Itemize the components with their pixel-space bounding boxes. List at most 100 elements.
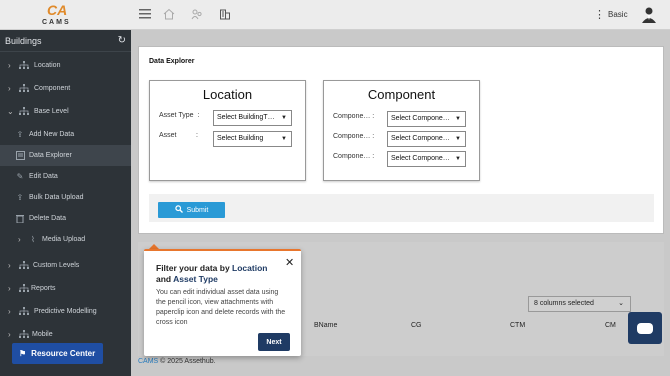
close-icon[interactable]: ✕ — [285, 256, 294, 269]
sidebar-item-label: Custom Levels — [33, 262, 80, 269]
hierarchy-icon — [19, 284, 29, 294]
upload-icon: ⇪ — [16, 130, 24, 139]
hierarchy-icon — [19, 107, 29, 117]
page-title: Data Explorer — [149, 58, 195, 65]
sidebar-item-label: Component — [34, 85, 71, 92]
asset-type-select[interactable]: Select BuildingT… ▼ — [213, 110, 292, 126]
sidebar-item-add-new-data[interactable]: ⇪ Add New Data — [0, 124, 131, 145]
next-button[interactable]: Next — [258, 333, 290, 351]
home-icon[interactable] — [163, 8, 175, 23]
sidebar-item-label: Reports — [31, 285, 56, 292]
location-panel: Location Asset Type : Select BuildingT… … — [149, 80, 306, 181]
sidebar-item-label: Base Level — [34, 108, 69, 115]
columns-select[interactable]: 8 columns selected ⌄ — [528, 296, 631, 312]
cams-logo[interactable]: CA CAMS — [40, 2, 80, 28]
sidebar-title: Buildings — [5, 35, 42, 46]
sidebar-item-label: Delete Data — [29, 215, 66, 222]
chevron-right-icon: › — [8, 61, 11, 70]
refresh-icon[interactable]: ↻ — [118, 35, 126, 46]
sidebar-item-component[interactable]: › Component — [0, 78, 131, 99]
upload-icon: ⇪ — [16, 193, 24, 202]
sidebar-header: Buildings ↻ — [0, 30, 131, 52]
explorer-icon — [15, 151, 25, 161]
chevron-right-icon: › — [18, 235, 21, 244]
sidebar-item-label: Mobile — [32, 331, 53, 338]
component-select-1[interactable]: Select Compone… ▼ — [387, 111, 466, 127]
chevron-right-icon: › — [8, 307, 11, 316]
trash-icon — [15, 214, 25, 224]
sidebar-item-location[interactable]: › Location — [0, 55, 131, 76]
resource-center-label: Resource Center — [31, 349, 96, 358]
column-header[interactable]: CTM — [510, 322, 525, 329]
sidebar-item-edit-data[interactable]: ✎ Edit Data — [0, 166, 131, 187]
caret-down-icon: ▼ — [455, 136, 461, 142]
hierarchy-icon — [19, 307, 29, 317]
sidebar-item-base-level[interactable]: ⌄ Base Level — [0, 101, 131, 122]
popup-body: You can edit individual asset data using… — [156, 289, 286, 326]
user-name[interactable]: Basic — [608, 10, 628, 19]
component-select-2[interactable]: Select Compone… ▼ — [387, 131, 466, 147]
caret-down-icon: ▼ — [281, 136, 287, 142]
popup-title: Filter your data by Location and Asset T… — [156, 263, 268, 284]
caret-down-icon: ▼ — [455, 156, 461, 162]
sidebar-item-label: Predictive Modelling — [34, 308, 97, 315]
paperclip-icon: ⌇ — [31, 235, 35, 244]
sidebar: Buildings ↻ › Location › Component ⌄ Bas… — [0, 30, 131, 376]
sidebar-item-mobile[interactable]: › Mobile — [0, 324, 131, 345]
top-bar: CA CAMS ⋮ Basic — [0, 0, 670, 30]
sidebar-item-label: Bulk Data Upload — [29, 194, 84, 201]
component-panel: Component Compone… : Select Compone… ▼ C… — [323, 80, 480, 181]
sidebar-item-label: Data Explorer — [29, 152, 72, 159]
hierarchy-icon — [19, 330, 29, 340]
hierarchy-icon — [19, 84, 29, 94]
sidebar-item-label: Location — [34, 62, 61, 69]
building-icon[interactable] — [219, 8, 231, 23]
footer-text: © 2025 Assethub. — [158, 358, 216, 365]
component-label: Compone… : — [333, 113, 375, 120]
menu-icon[interactable] — [139, 8, 151, 22]
hierarchy-icon — [19, 61, 29, 71]
caret-down-icon: ▼ — [281, 115, 287, 121]
chat-button[interactable] — [628, 312, 662, 344]
users-icon[interactable] — [191, 8, 203, 23]
submit-label: Submit — [186, 206, 209, 214]
sidebar-item-label: Add New Data — [29, 131, 75, 138]
sidebar-item-bulk-data-upload[interactable]: ⇪ Bulk Data Upload — [0, 187, 131, 208]
column-header[interactable]: CG — [411, 322, 422, 329]
search-icon — [174, 205, 183, 215]
more-vertical-icon[interactable]: ⋮ — [594, 8, 605, 21]
sidebar-item-delete-data[interactable]: Delete Data — [0, 208, 131, 229]
chevron-right-icon: › — [8, 330, 11, 339]
avatar[interactable] — [640, 5, 658, 23]
submit-bar: Submit — [149, 194, 654, 222]
asset-label: Asset : — [159, 132, 198, 139]
chevron-right-icon: › — [8, 284, 11, 293]
logo-word: CAMS — [42, 19, 71, 26]
chevron-right-icon: › — [8, 84, 11, 93]
chat-icon — [637, 322, 653, 334]
component-select-3[interactable]: Select Compone… ▼ — [387, 151, 466, 167]
data-explorer-card: Data Explorer Location Asset Type : Sele… — [138, 46, 664, 234]
tour-popup: ✕ Filter your data by Location and Asset… — [144, 249, 301, 356]
sidebar-item-label: Media Upload — [42, 236, 86, 243]
sidebar-item-label: Edit Data — [29, 173, 58, 180]
sidebar-item-custom-levels[interactable]: › Custom Levels — [0, 255, 131, 276]
component-label: Compone… : — [333, 133, 375, 140]
column-header[interactable]: CM — [605, 322, 616, 329]
component-panel-title: Component — [367, 87, 436, 102]
caret-down-icon: ▼ — [455, 116, 461, 122]
sidebar-item-reports[interactable]: › Reports — [0, 278, 131, 299]
resource-center-button[interactable]: ⚑ Resource Center — [12, 343, 103, 364]
column-header[interactable]: BName — [314, 322, 337, 329]
sidebar-item-media-upload[interactable]: › ⌇ Media Upload — [0, 229, 131, 250]
logo-mark: CA — [47, 2, 68, 18]
sidebar-item-predictive-modelling[interactable]: › Predictive Modelling — [0, 301, 131, 322]
component-label: Compone… : — [333, 153, 375, 160]
chevron-down-icon: ⌄ — [7, 107, 14, 116]
submit-button[interactable]: Submit — [158, 202, 225, 218]
asset-select[interactable]: Select Building ▼ — [213, 131, 292, 147]
location-panel-title: Location — [202, 87, 253, 102]
footer-brand-link[interactable]: CAMS — [138, 358, 158, 365]
sidebar-item-data-explorer[interactable]: Data Explorer — [0, 145, 131, 166]
footer: CAMS © 2025 Assethub. — [138, 358, 216, 365]
